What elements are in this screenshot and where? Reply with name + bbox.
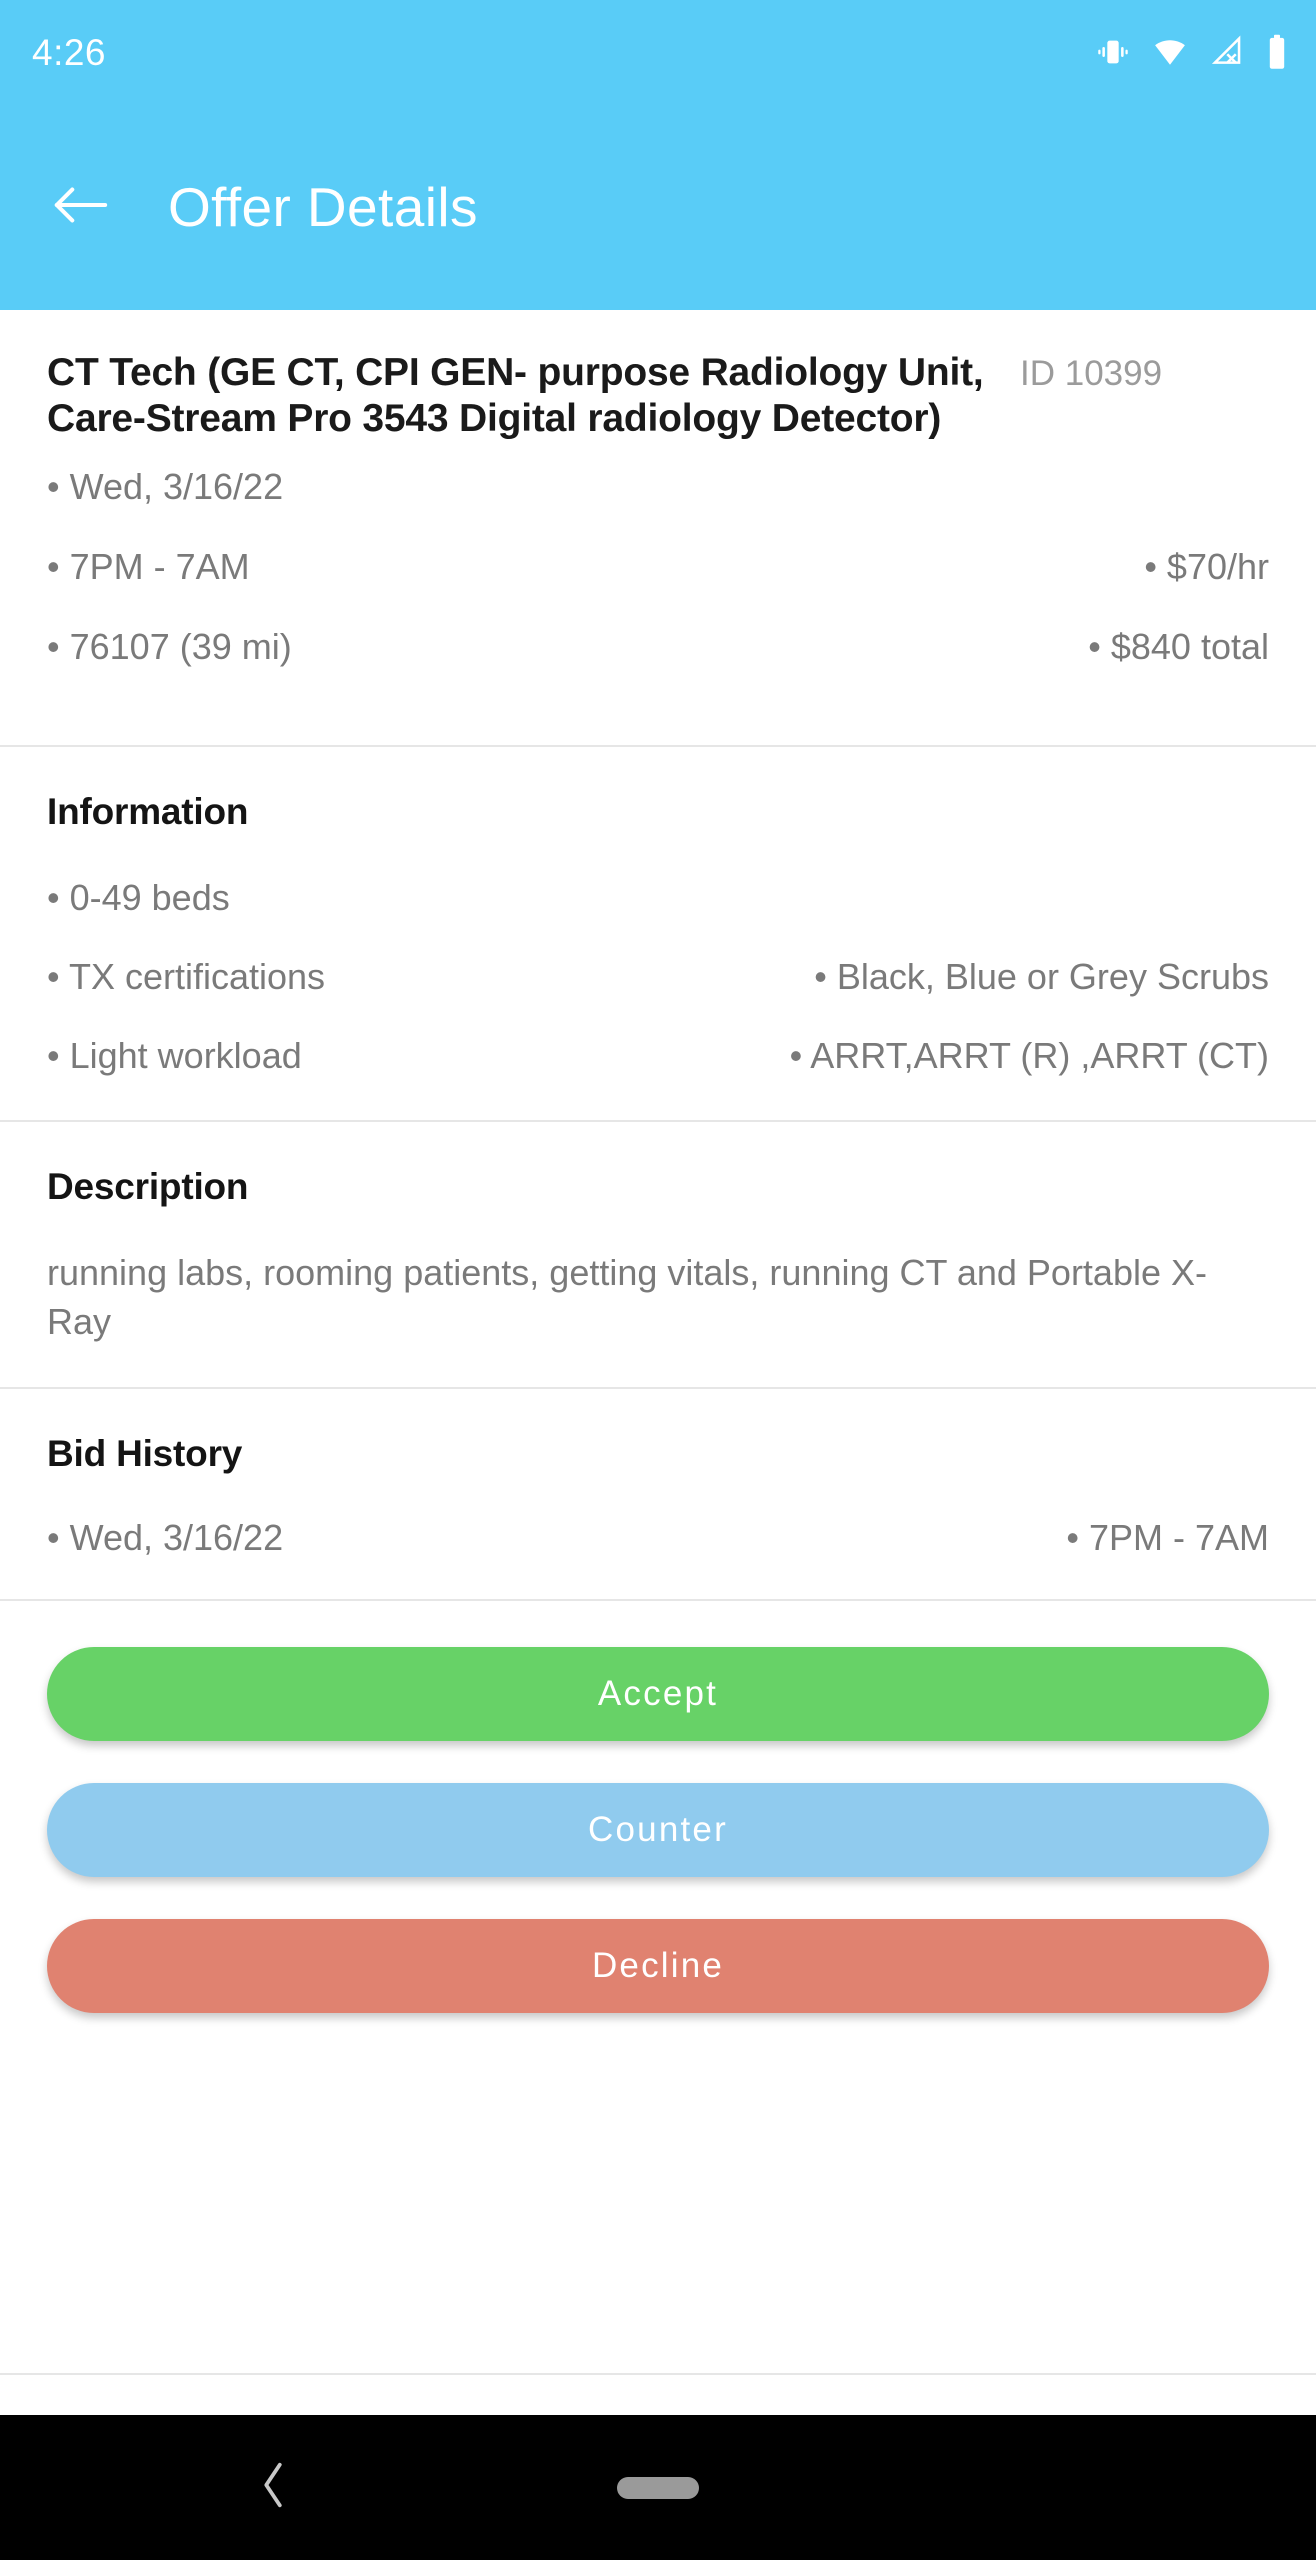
offer-details-content: CT Tech (GE CT, CPI GEN- purpose Radiolo… <box>0 310 1316 2415</box>
battery-icon <box>1266 34 1288 70</box>
bid-date: Wed, 3/16/22 <box>47 1517 284 1559</box>
wifi-icon <box>1152 35 1188 69</box>
bid-history-section: Bid History Wed, 3/16/22 7PM - 7AM <box>0 1389 1316 1599</box>
back-button[interactable] <box>20 147 140 267</box>
offer-header: CT Tech (GE CT, CPI GEN- purpose Radiolo… <box>47 310 1269 441</box>
decline-button[interactable]: Decline <box>47 1918 1269 2013</box>
description-text: running labs, rooming patients, getting … <box>47 1251 1207 1343</box>
information-section: Information 0-49 beds TX certifications … <box>0 747 1316 1119</box>
description-section: Description running labs, rooming patien… <box>0 1122 1316 1387</box>
offer-meta-row: 76107 (39 mi) $840 total <box>47 623 1269 703</box>
chevron-left-icon <box>256 2458 290 2517</box>
info-certifications: TX certifications <box>47 954 325 1001</box>
info-scrubs: Black, Blue or Grey Scrubs <box>814 954 1269 1001</box>
offer-shift-hours: 7PM - 7AM <box>47 543 250 592</box>
accept-button[interactable]: Accept <box>47 1646 1269 1741</box>
information-heading: Information <box>47 791 249 833</box>
bid-history-list: Wed, 3/16/22 7PM - 7AM <box>47 1517 1269 1559</box>
bid-hours: 7PM - 7AM <box>1066 1517 1269 1559</box>
nav-back-button[interactable] <box>238 2453 308 2523</box>
status-bar-icons <box>1096 34 1288 70</box>
information-row: Light workload ARRT,ARRT (R) ,ARRT (CT) <box>47 1033 1269 1080</box>
arrow-left-icon <box>51 183 109 232</box>
offer-total-pay: $840 total <box>1088 623 1269 672</box>
page-title: Offer Details <box>168 176 478 238</box>
status-bar-clock: 4:26 <box>32 31 107 73</box>
cellular-off-icon <box>1210 35 1244 69</box>
bottom-divider <box>0 2373 1316 2375</box>
offer-location: 76107 (39 mi) <box>47 623 292 672</box>
offer-hourly-rate: $70/hr <box>1144 543 1269 592</box>
offer-title: CT Tech (GE CT, CPI GEN- purpose Radiolo… <box>47 351 984 440</box>
status-bar: 4:26 <box>0 0 1316 104</box>
offer-meta-grid: Wed, 3/16/22 7PM - 7AM $70/hr 76107 (39 … <box>47 463 1269 745</box>
info-credentials: ARRT,ARRT (R) ,ARRT (CT) <box>790 1033 1269 1080</box>
offer-id: ID 10399 <box>1020 354 1163 393</box>
android-navigation-bar <box>0 2415 1316 2560</box>
description-heading: Description <box>47 1165 249 1207</box>
offer-summary-section: CT Tech (GE CT, CPI GEN- purpose Radiolo… <box>0 310 1316 745</box>
information-list: 0-49 beds TX certifications Black, Blue … <box>47 875 1269 1079</box>
action-buttons: Accept Counter Decline <box>0 1601 1316 2049</box>
offer-meta-row: 7PM - 7AM $70/hr <box>47 543 1269 623</box>
counter-button[interactable]: Counter <box>47 1782 1269 1877</box>
bid-history-row: Wed, 3/16/22 7PM - 7AM <box>47 1517 1269 1559</box>
information-row: TX certifications Black, Blue or Grey Sc… <box>47 954 1269 1001</box>
information-row: 0-49 beds <box>47 875 1269 922</box>
offer-date: Wed, 3/16/22 <box>47 463 284 512</box>
home-pill-indicator[interactable] <box>617 2476 699 2499</box>
phone-screen: 4:26 Offer Details CT Tech (GE CT, CPI G… <box>0 0 1316 2560</box>
vibrate-icon <box>1096 35 1130 69</box>
bid-history-heading: Bid History <box>47 1432 243 1474</box>
info-workload: Light workload <box>47 1033 302 1080</box>
info-beds: 0-49 beds <box>47 875 230 922</box>
app-bar: Offer Details <box>0 104 1316 310</box>
offer-meta-row: Wed, 3/16/22 <box>47 463 1269 543</box>
